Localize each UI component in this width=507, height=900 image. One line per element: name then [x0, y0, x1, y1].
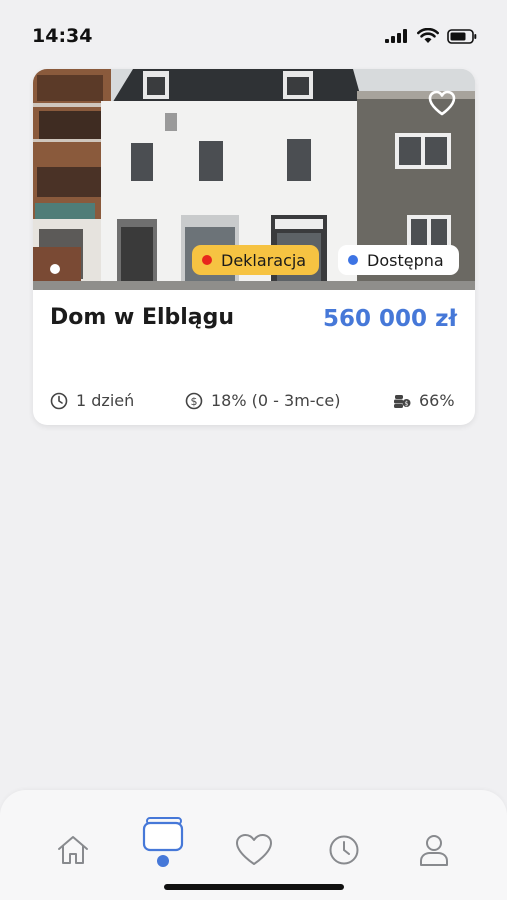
svg-text:$: $ — [404, 399, 408, 407]
status-badge-declaration: Deklaracja — [192, 245, 319, 275]
listing-price: 560 000 zł — [323, 306, 457, 332]
listing-stats: 1 dzień $ 18% (0 - 3m-ce) $ 66% — [33, 391, 475, 419]
badge-label: Deklaracja — [221, 250, 307, 270]
heart-outline-icon — [428, 90, 456, 116]
stat-text: 66% — [419, 391, 455, 410]
blue-dot-icon — [348, 255, 358, 265]
status-bar: 14:34 — [0, 0, 507, 70]
status-badge-available: Dostępna — [338, 245, 459, 275]
home-indicator — [164, 884, 344, 890]
dollar-circle-icon: $ — [185, 392, 203, 409]
cards-icon — [142, 817, 184, 852]
stat-interest: $ 18% (0 - 3m-ce) — [185, 391, 340, 410]
status-time: 14:34 — [32, 25, 93, 47]
clock-icon — [50, 392, 68, 409]
carousel-dot-indicator[interactable] — [50, 264, 60, 274]
coins-icon: $ — [394, 394, 411, 408]
listing-title: Dom w Elblągu — [50, 305, 235, 330]
favorite-button[interactable] — [427, 89, 457, 117]
wifi-icon — [417, 28, 439, 43]
bottom-nav — [0, 790, 507, 900]
nav-history[interactable] — [322, 828, 366, 872]
stat-funded: $ 66% — [393, 391, 455, 410]
home-icon — [58, 836, 88, 864]
status-icons — [385, 28, 477, 44]
svg-text:$: $ — [191, 395, 198, 408]
nav-profile[interactable] — [412, 828, 456, 872]
nav-home[interactable] — [51, 828, 95, 872]
nav-favorites[interactable] — [232, 828, 276, 872]
nav-active-indicator — [157, 855, 169, 867]
user-icon — [420, 835, 448, 866]
badge-label: Dostępna — [367, 250, 444, 270]
stat-duration: 1 dzień — [50, 391, 134, 410]
clock-icon — [329, 835, 359, 865]
stat-text: 1 dzień — [76, 391, 135, 410]
cellular-signal-icon — [385, 29, 407, 43]
property-photo[interactable]: Deklaracja Dostępna — [33, 69, 475, 290]
stat-text: 18% (0 - 3m-ce) — [211, 391, 341, 410]
battery-icon — [447, 28, 477, 44]
red-dot-icon — [202, 255, 212, 265]
heart-icon — [236, 834, 272, 865]
nav-browse[interactable] — [141, 812, 185, 856]
listing-card[interactable]: Deklaracja Dostępna Dom w Elblągu 560 00… — [33, 69, 475, 425]
